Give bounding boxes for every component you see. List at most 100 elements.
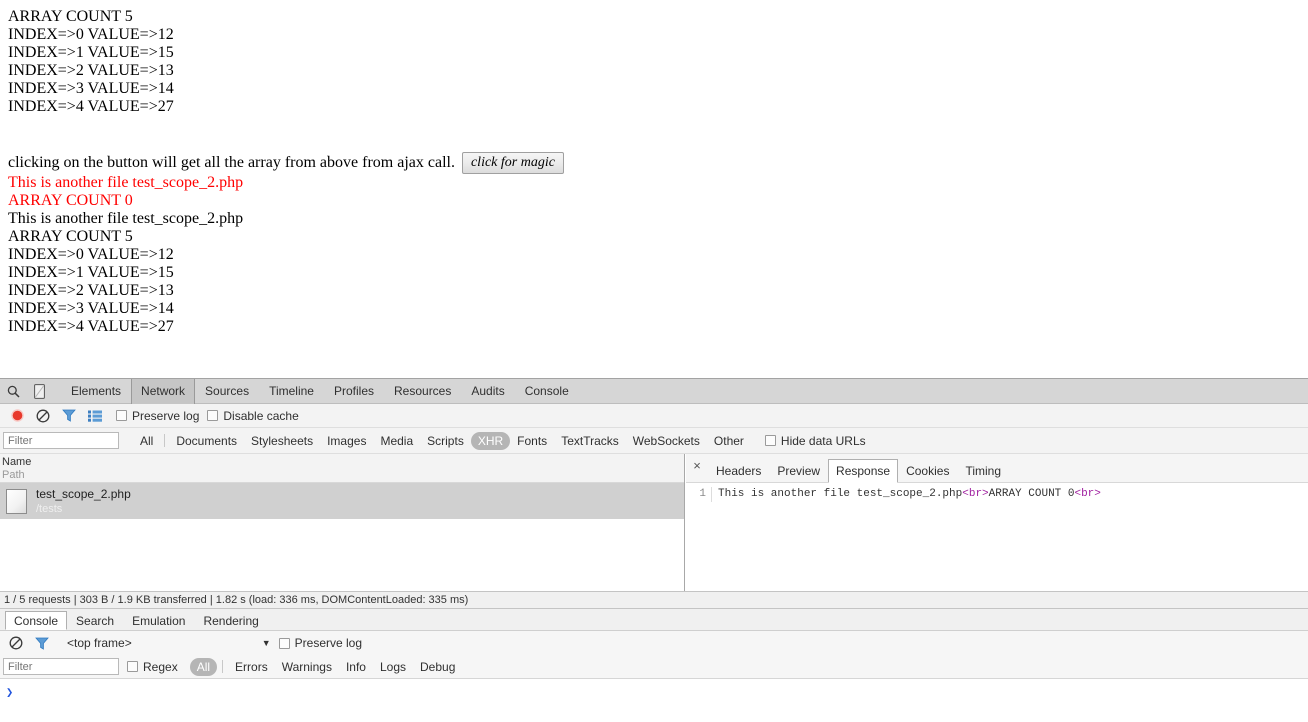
clear-console-icon[interactable]: [3, 632, 29, 654]
tab-console[interactable]: Console: [515, 379, 579, 404]
output-line: INDEX=>3 VALUE=>14: [8, 300, 174, 317]
tab-audits[interactable]: Audits: [461, 379, 514, 404]
ajax-trigger-row: clicking on the button will get all the …: [8, 152, 1300, 174]
hide-data-urls-checkbox[interactable]: Hide data URLs: [764, 433, 866, 448]
network-filter-input[interactable]: [3, 432, 119, 449]
checkbox-box: [116, 410, 127, 421]
level-filter-info[interactable]: Info: [339, 658, 373, 676]
tab-label: Rendering: [203, 614, 259, 628]
frame-selector[interactable]: <top frame>: [67, 636, 132, 650]
clear-icon[interactable]: [30, 405, 56, 427]
hide-data-urls-label: Hide data URLs: [780, 433, 866, 448]
click-for-magic-button[interactable]: click for magic: [461, 152, 564, 174]
drawer-tab-emulation[interactable]: Emulation: [123, 611, 194, 630]
network-status-bar: 1 / 5 requests | 303 B / 1.9 KB transfer…: [0, 591, 1308, 609]
tab-label: Headers: [716, 464, 762, 478]
tab-label: Cookies: [906, 464, 950, 478]
tab-preview[interactable]: Preview: [769, 459, 828, 483]
network-body: Name Path test_scope_2.php /tests × Head…: [0, 454, 1308, 591]
type-filter-all[interactable]: All: [133, 432, 160, 450]
console-preserve-log-checkbox[interactable]: Preserve log: [278, 636, 362, 650]
type-filter-scripts[interactable]: Scripts: [420, 432, 471, 450]
output-line: ARRAY COUNT 5: [8, 228, 133, 245]
network-column-header[interactable]: Name Path: [0, 454, 684, 483]
console-output-area[interactable]: ❯: [0, 679, 1308, 722]
tab-label: Emulation: [132, 614, 186, 628]
tab-timing[interactable]: Timing: [957, 459, 1009, 483]
console-filter-input[interactable]: [3, 658, 119, 675]
output-line-red: ARRAY COUNT 0: [8, 192, 133, 209]
output-line: ARRAY COUNT 5: [8, 8, 133, 25]
type-filter-websockets[interactable]: WebSockets: [626, 432, 707, 450]
tab-profiles[interactable]: Profiles: [324, 379, 384, 404]
type-filter-images[interactable]: Images: [320, 432, 373, 450]
console-filter-funnel-icon[interactable]: [29, 632, 55, 654]
request-detail-panel: × Headers Preview Response Cookies Timin…: [686, 454, 1308, 591]
rendered-page-content: ARRAY COUNT 5 INDEX=>0 VALUE=>12 INDEX=>…: [0, 0, 1308, 378]
drawer-tab-search[interactable]: Search: [67, 611, 123, 630]
page-bottom-output-block: This is another file test_scope_2.php AR…: [8, 210, 1300, 336]
tab-label: Timing: [965, 464, 1002, 478]
column-header-name: Name: [2, 456, 32, 468]
network-filter-bar: All Documents Stylesheets Images Media S…: [0, 428, 1308, 454]
console-level-filters: All Errors Warnings Info Logs Debug: [189, 657, 463, 676]
request-row-texts: test_scope_2.php /tests: [36, 487, 131, 516]
level-filter-logs[interactable]: Logs: [373, 658, 413, 676]
chevron-down-icon[interactable]: ▼: [262, 638, 271, 648]
preserve-log-checkbox[interactable]: Preserve log: [116, 409, 199, 423]
output-line: INDEX=>3 VALUE=>14: [8, 80, 174, 97]
request-path: /tests: [36, 502, 63, 515]
view-list-icon[interactable]: [82, 405, 108, 427]
checkbox-box: [127, 661, 138, 672]
tab-sources[interactable]: Sources: [195, 379, 259, 404]
response-body-view[interactable]: 1 This is another file test_scope_2.php<…: [686, 483, 1308, 502]
output-line: INDEX=>2 VALUE=>13: [8, 282, 174, 299]
network-summary-text: 1 / 5 requests | 303 B / 1.9 KB transfer…: [4, 594, 469, 606]
type-filter-documents[interactable]: Documents: [169, 432, 244, 450]
disable-cache-checkbox[interactable]: Disable cache: [207, 409, 299, 423]
type-filter-stylesheets[interactable]: Stylesheets: [244, 432, 320, 450]
filter-divider: [164, 434, 166, 447]
tab-label: Preview: [777, 464, 821, 478]
tab-network[interactable]: Network: [131, 378, 196, 404]
type-filter-fonts[interactable]: Fonts: [510, 432, 554, 450]
close-icon[interactable]: ×: [686, 454, 708, 483]
tab-label: Search: [76, 614, 115, 628]
ajax-red-output-block: This is another file test_scope_2.php AR…: [8, 174, 1300, 210]
devtools-panel: Elements Network Sources Timeline Profil…: [0, 378, 1308, 722]
output-line: INDEX=>0 VALUE=>12: [8, 246, 174, 263]
filter-funnel-icon[interactable]: [56, 405, 82, 427]
level-filter-warnings[interactable]: Warnings: [275, 658, 339, 676]
type-filter-other[interactable]: Other: [707, 432, 751, 450]
record-icon[interactable]: [4, 405, 30, 427]
resource-type-filters: All Documents Stylesheets Images Media S…: [133, 431, 751, 450]
tab-resources[interactable]: Resources: [384, 379, 461, 404]
tab-headers[interactable]: Headers: [708, 459, 769, 483]
type-filter-texttracks[interactable]: TextTracks: [554, 432, 626, 450]
drawer-tab-rendering[interactable]: Rendering: [194, 611, 267, 630]
line-number: 1: [686, 487, 712, 502]
console-toolbar-bottom: Regex All Errors Warnings Info Logs Debu…: [0, 655, 1308, 679]
column-header-path: Path: [2, 469, 25, 481]
ajax-instruction-text: clicking on the button will get all the …: [8, 154, 455, 171]
drawer-tab-console[interactable]: Console: [5, 611, 68, 630]
tab-cookies[interactable]: Cookies: [898, 459, 957, 483]
tab-timeline[interactable]: Timeline: [259, 379, 324, 404]
regex-checkbox[interactable]: Regex: [127, 660, 178, 674]
console-toolbar-top: <top frame> ▼ Preserve log: [0, 631, 1308, 655]
checkbox-box: [764, 435, 776, 446]
type-filter-media[interactable]: Media: [373, 432, 420, 450]
response-tag-part: <br>: [962, 488, 989, 500]
type-filter-xhr[interactable]: XHR: [470, 431, 511, 450]
drawer-tabbar: Console Search Emulation Rendering: [0, 609, 1308, 631]
device-mode-icon[interactable]: [26, 379, 52, 403]
tab-elements[interactable]: Elements: [61, 379, 131, 404]
table-row[interactable]: test_scope_2.php /tests: [0, 483, 684, 519]
level-filter-errors[interactable]: Errors: [228, 658, 275, 676]
level-filter-debug[interactable]: Debug: [413, 658, 462, 676]
output-line: INDEX=>4 VALUE=>27: [8, 98, 174, 115]
filter-divider: [222, 660, 224, 673]
tab-response[interactable]: Response: [828, 458, 899, 483]
search-icon[interactable]: [0, 379, 26, 403]
level-filter-all[interactable]: All: [189, 657, 218, 676]
